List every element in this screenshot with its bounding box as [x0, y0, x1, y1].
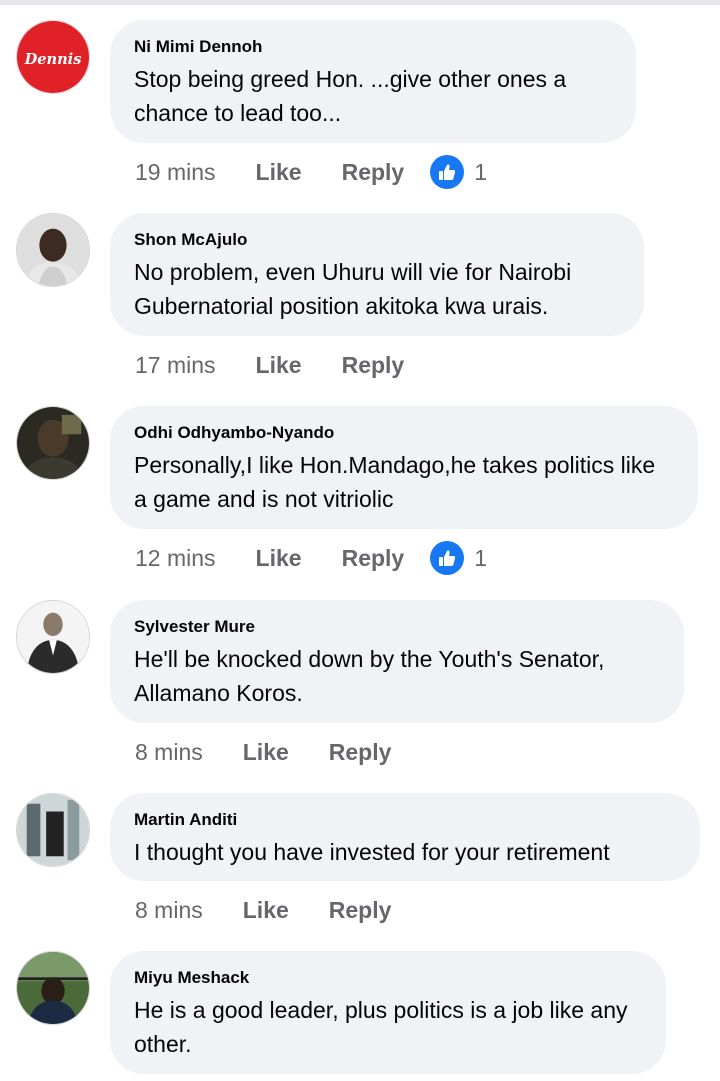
comment-author[interactable]: Sylvester Mure [134, 616, 658, 638]
thumbs-up-icon [430, 155, 465, 189]
comment-author[interactable]: Miyu Meshack [134, 967, 640, 989]
top-divider [0, 0, 720, 5]
avatar-logo-text: Dennis [24, 51, 82, 68]
avatar[interactable] [16, 213, 90, 287]
comment-author[interactable]: Ni Mimi Dennoh [134, 36, 610, 58]
comment-bubble: Shon McAjulo No problem, even Uhuru will… [110, 213, 644, 336]
reply-button[interactable]: Reply [342, 545, 405, 572]
like-button[interactable]: Like [256, 545, 302, 572]
thumbs-up-icon [430, 541, 465, 575]
comment-text: Stop being greed Hon. ...give other ones… [134, 66, 567, 126]
avatar-photo [17, 407, 89, 479]
comment-timestamp[interactable]: 17 mins [135, 352, 216, 379]
reply-button[interactable]: Reply [342, 352, 405, 379]
like-button[interactable]: Like [243, 739, 289, 766]
reply-button[interactable]: Reply [342, 159, 405, 186]
avatar-dennis-logo: Dennis [17, 21, 89, 93]
comment-timestamp[interactable]: 19 mins [135, 159, 216, 186]
comment-bubble: Martin Anditi I thought you have investe… [110, 793, 700, 881]
avatar[interactable]: Dennis [16, 20, 90, 94]
comment-bubble: Ni Mimi Dennoh Stop being greed Hon. ...… [110, 20, 636, 143]
comment-actions: 19 mins Like Reply 1 [135, 152, 487, 192]
comment-timestamp[interactable]: 8 mins [135, 897, 203, 924]
reaction-summary[interactable]: 1 [430, 541, 487, 575]
comment-timestamp[interactable]: 12 mins [135, 545, 216, 572]
avatar-photo [17, 952, 89, 1024]
comment-bubble: Sylvester Mure He'll be knocked down by … [110, 600, 684, 723]
comment-bubble: Odhi Odhyambo-Nyando Personally,I like H… [110, 406, 698, 529]
avatar[interactable] [16, 600, 90, 674]
avatar[interactable] [16, 951, 90, 1025]
comment-text: No problem, even Uhuru will vie for Nair… [134, 259, 572, 319]
avatar-photo [17, 214, 89, 286]
like-button[interactable]: Like [243, 897, 289, 924]
comment-text: He is a good leader, plus politics is a … [134, 997, 628, 1057]
reaction-summary[interactable]: 1 [430, 155, 487, 189]
comment-text: He'll be knocked down by the Youth's Sen… [134, 646, 605, 706]
comment-actions: 8 mins Like Reply [135, 732, 417, 772]
comment-text: I thought you have invested for your ret… [134, 839, 610, 865]
avatar-photo [17, 601, 89, 673]
comment-actions: 12 mins Like Reply 1 [135, 538, 487, 578]
comment-text: Personally,I like Hon.Mandago,he takes p… [134, 452, 656, 512]
reaction-count: 1 [474, 158, 488, 185]
reply-button[interactable]: Reply [329, 739, 392, 766]
avatar[interactable] [16, 406, 90, 480]
avatar[interactable] [16, 793, 90, 867]
reply-button[interactable]: Reply [329, 897, 392, 924]
comment-actions: 8 mins Like Reply [135, 890, 417, 930]
comment-actions: 17 mins Like Reply [135, 345, 430, 385]
comment-author[interactable]: Martin Anditi [134, 809, 674, 831]
avatar-photo [17, 794, 89, 866]
comment-bubble: Miyu Meshack He is a good leader, plus p… [110, 951, 666, 1074]
like-button[interactable]: Like [256, 159, 302, 186]
reaction-count: 1 [474, 544, 488, 571]
like-button[interactable]: Like [256, 352, 302, 379]
comment-author[interactable]: Shon McAjulo [134, 229, 618, 251]
comment-timestamp[interactable]: 8 mins [135, 739, 203, 766]
comment-author[interactable]: Odhi Odhyambo-Nyando [134, 422, 672, 444]
